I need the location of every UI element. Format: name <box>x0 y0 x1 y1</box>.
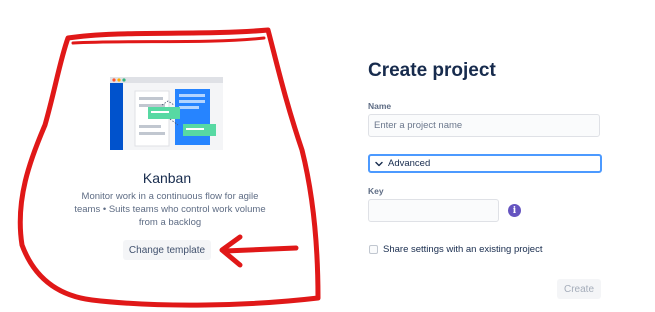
advanced-toggle[interactable]: Advanced <box>368 154 602 173</box>
page-title: Create project <box>368 60 496 81</box>
change-template-button[interactable]: Change template <box>123 240 211 260</box>
key-label: Key <box>368 186 384 196</box>
share-settings-label[interactable]: Share settings with an existing project <box>383 244 542 255</box>
chevron-down-icon <box>375 161 383 166</box>
info-icon[interactable]: i <box>508 204 521 217</box>
project-key-input[interactable] <box>368 199 499 222</box>
template-title: Kanban <box>142 170 192 186</box>
share-settings-checkbox[interactable] <box>369 245 378 254</box>
name-label: Name <box>368 101 392 111</box>
kanban-illustration <box>110 77 223 150</box>
create-button[interactable]: Create <box>557 279 601 299</box>
project-name-input[interactable] <box>368 114 600 137</box>
template-description: Monitor work in a continuous flow for ag… <box>74 191 266 228</box>
advanced-label: Advanced <box>388 158 431 169</box>
